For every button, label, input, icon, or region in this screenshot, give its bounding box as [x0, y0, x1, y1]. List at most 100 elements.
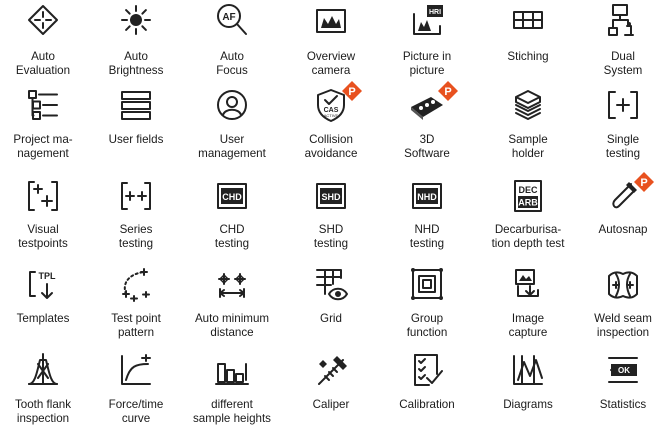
feature-label: Auto Brightness	[83, 50, 189, 78]
icon-text: NHD	[417, 192, 437, 202]
feature-label-line: Grid	[320, 312, 342, 325]
min-distance-icon	[214, 266, 250, 302]
pro-badge-icon: P	[438, 81, 458, 101]
visual-plus-icon	[25, 178, 61, 214]
caliper-icon	[313, 352, 349, 388]
user-circle-icon	[214, 87, 250, 123]
image-capture-icon	[510, 266, 546, 302]
diagram-icon	[510, 352, 546, 388]
icon-text: AF	[222, 12, 235, 23]
feature-label-line: Overview	[306, 50, 356, 63]
feature-label: NHD testing	[374, 223, 480, 251]
feature-label: different sample heights	[179, 398, 285, 426]
feature-label-line: Dual	[611, 50, 635, 63]
feature-label-line: inspection	[596, 326, 650, 339]
feature-label: Dual System	[570, 50, 654, 78]
feature-label-line: Templates	[16, 312, 70, 325]
feature-label-line: Project ma-	[13, 133, 73, 146]
force-curve-icon	[118, 352, 154, 388]
feature-label-line: Force/time	[108, 398, 164, 411]
feature-label: Auto minimum distance	[179, 312, 285, 340]
feature-label: Collision avoidance	[278, 133, 384, 161]
feature-label-line: Auto minimum	[194, 312, 270, 325]
tooth-flank-icon	[25, 352, 61, 388]
feature-label-line: Single	[606, 133, 640, 146]
project-list-icon	[25, 87, 61, 123]
feature-label-line: Visual	[27, 223, 59, 236]
feature-label-line: User fields	[108, 133, 164, 146]
feature-label-line: pattern	[117, 326, 155, 339]
feature-label-line: Tooth flank	[14, 398, 72, 411]
shd-icon: SHD	[313, 178, 349, 214]
sample-heights-icon	[214, 352, 250, 388]
icon-text: CHD	[222, 192, 242, 202]
feature-label-line: testing	[313, 237, 349, 250]
feature-label-line: CHD	[219, 223, 245, 236]
grid-eye-icon	[313, 266, 349, 302]
feature-label: Auto Focus	[179, 50, 285, 78]
feature-label: Project ma-nagement	[0, 133, 96, 161]
feature-label-line: User	[219, 133, 245, 146]
feature-label-line: SHD	[318, 223, 344, 236]
feature-label: Decarburisa-tion depth test	[475, 223, 581, 251]
feature-label-line: holder	[511, 147, 545, 160]
feature-label-line: testing	[409, 237, 445, 250]
feature-label-line: Brightness	[108, 64, 164, 77]
feature-label-line: System	[603, 64, 643, 77]
feature-label: Stiching	[475, 50, 581, 64]
feature-label: Sample holder	[475, 133, 581, 161]
pro-badge-letter: P	[348, 86, 355, 98]
feature-label: Diagrams	[475, 398, 581, 412]
icon-text: ACTIVE	[324, 113, 339, 118]
icon-text: SHD	[321, 192, 341, 202]
feature-label: Tooth flank inspection	[0, 398, 96, 426]
chd-icon: CHD	[214, 178, 250, 214]
feature-label-line: Auto	[31, 50, 55, 63]
feature-label: Auto Evaluation	[0, 50, 96, 78]
user-fields-icon	[118, 87, 154, 123]
feature-label: Grid	[278, 312, 384, 326]
feature-label: 3D Software	[374, 133, 480, 161]
dec-arb-icon: DEC ARB	[510, 178, 546, 214]
picture-in-picture-icon: HRI	[409, 2, 445, 38]
feature-label-line: testing	[605, 147, 641, 160]
statistics-ok-icon: OK	[605, 352, 641, 388]
feature-label-line: Collision	[309, 133, 353, 146]
feature-label-line: Stiching	[507, 50, 549, 63]
feature-label-line: camera	[311, 64, 351, 77]
feature-label-line: Calibration	[399, 398, 455, 411]
nhd-icon: NHD	[409, 178, 445, 214]
pro-badge-icon: P	[342, 81, 362, 101]
pro-badge-icon: P	[634, 172, 654, 192]
feature-label-line: Diagrams	[503, 398, 553, 411]
feature-label: Group function	[374, 312, 480, 340]
single-plus-icon	[605, 87, 641, 123]
icon-text: HRI	[429, 9, 441, 16]
feature-label-line: Series	[119, 223, 153, 236]
feature-label-line: curve	[121, 412, 151, 425]
feature-label-line: 3D	[419, 133, 435, 146]
feature-label: Caliper	[278, 398, 384, 412]
feature-label: Single testing	[570, 133, 654, 161]
dual-system-icon	[605, 2, 641, 38]
feature-label-line: Auto	[124, 50, 148, 63]
sun-icon	[118, 2, 154, 38]
feature-label: SHD testing	[278, 223, 384, 251]
pro-badge-letter: P	[444, 86, 451, 98]
feature-label: Image capture	[475, 312, 581, 340]
feature-label: Templates	[0, 312, 96, 326]
feature-label-line: inspection	[16, 412, 70, 425]
feature-label-line: Caliper	[312, 398, 350, 411]
feature-label: User management	[179, 133, 285, 161]
overview-camera-icon	[313, 2, 349, 38]
weld-seam-icon	[605, 266, 641, 302]
feature-label-line: Auto	[220, 50, 244, 63]
feature-label: Force/time curve	[83, 398, 189, 426]
feature-label-line: capture	[508, 326, 548, 339]
feature-label-line: Test point	[111, 312, 161, 325]
feature-label-line: tion depth test	[491, 237, 565, 250]
feature-label-line: nagement	[17, 147, 69, 160]
pattern-arc-icon	[118, 266, 154, 302]
feature-label-line: Evaluation	[15, 64, 71, 77]
feature-grid: Auto Evaluation Auto Brightness AF Auto Focus O…	[0, 0, 654, 426]
